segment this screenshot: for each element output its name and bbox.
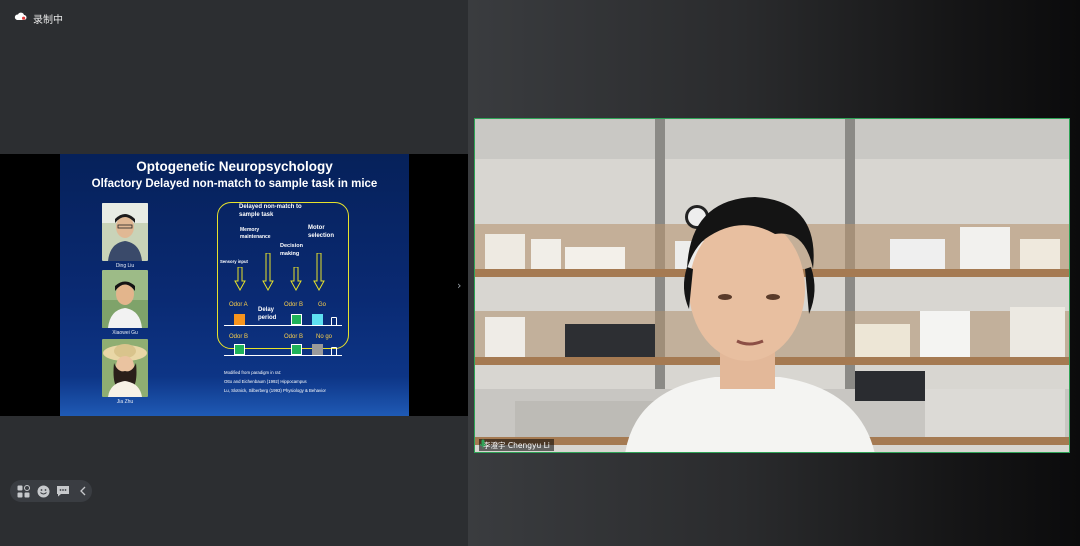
memory-label-line1: Memory — [240, 227, 260, 233]
task-diagram: Delayed non-match to sample task Memory … — [217, 202, 349, 356]
recording-indicator[interactable]: 录制中 — [14, 10, 63, 26]
person-photo — [102, 203, 148, 261]
participant-name: 李澄宇 Chengyu Li — [483, 440, 550, 450]
chevron-left-icon[interactable] — [76, 484, 90, 498]
microphone-icon — [479, 439, 487, 449]
row2-odor1-label: Odor B — [229, 334, 249, 340]
nogo-block — [312, 344, 323, 355]
trial-timeline-1 — [224, 325, 342, 326]
motor-arrow-icon — [313, 253, 325, 291]
sensory-arrow-icon — [234, 267, 246, 291]
delay-label-line2: period — [258, 315, 277, 321]
row2-odor2-label: Odor B — [284, 334, 304, 340]
trial-timeline-2 — [224, 355, 342, 356]
person-card: Jia Zhu — [102, 339, 148, 405]
odor-b-block — [234, 344, 245, 355]
collapse-panel-chevron-icon[interactable]: › — [457, 279, 461, 292]
video-gallery-pane: 李澄宇 Chengyu Li — [468, 0, 1080, 546]
slide-title: Optogenetic Neuropsychology — [136, 159, 333, 174]
row1-odor2-label: Odor B — [284, 302, 304, 308]
motor-label-line1: Motor — [308, 225, 325, 231]
memory-label-line2: maintenance — [240, 234, 271, 240]
recording-label: 录制中 — [33, 14, 63, 26]
emoji-icon[interactable] — [36, 484, 50, 498]
participant-video-feed — [475, 119, 1069, 452]
shared-screen-pane: 录制中 Optogenetic Neuropsychology Olfactor… — [0, 0, 468, 546]
meeting-toolbar — [10, 480, 92, 502]
person-card: Xiaowei Gu — [102, 270, 148, 336]
chat-icon[interactable] — [56, 484, 70, 498]
diagram-heading-line2: sample task — [239, 212, 274, 218]
diagram-heading-line1: Delayed non-match to — [239, 204, 302, 210]
person-name: Ding Liu — [115, 263, 135, 269]
grid-layout-icon[interactable] — [16, 484, 30, 498]
odor-b-block — [291, 314, 302, 325]
person-name: Xiaowei Gu — [112, 330, 138, 336]
decision-label-line1: Decision — [280, 243, 303, 249]
odor-b-block — [291, 344, 302, 355]
go-block — [312, 314, 323, 325]
decision-label-line2: making — [280, 251, 300, 257]
person-name: Jia Zhu — [116, 399, 134, 405]
row2-result-label: No go — [316, 334, 333, 340]
participant-name-tag: 李澄宇 Chengyu Li — [479, 439, 554, 451]
citation-line2: Otto and Eichenbaum (1992) Hippocampus — [224, 379, 307, 384]
sensory-input-label: Sensory input — [220, 259, 248, 264]
presentation-slide: Optogenetic Neuropsychology Olfactory De… — [60, 154, 409, 416]
shared-slide-frame: Optogenetic Neuropsychology Olfactory De… — [0, 154, 468, 416]
memory-arrow-icon — [262, 253, 274, 291]
person-photo — [102, 339, 148, 397]
citation-line1: Modified from paradigm in rat: — [224, 370, 282, 375]
odor-a-block — [234, 314, 245, 325]
delay-label-line1: Delay — [258, 307, 275, 313]
slide-subtitle: Olfactory Delayed non-match to sample ta… — [91, 178, 378, 190]
person-photo — [102, 270, 148, 328]
cloud-recording-icon — [14, 12, 27, 24]
row1-result-label: Go — [318, 302, 327, 308]
motor-label-line2: selection — [308, 233, 335, 239]
decision-arrow-icon — [290, 267, 302, 291]
participant-video-tile[interactable]: 李澄宇 Chengyu Li — [474, 118, 1070, 453]
row1-odor1-label: Odor A — [229, 302, 248, 308]
citation-line3: Lu, Slotnick, Silberberg (1993) Physiolo… — [224, 388, 326, 393]
person-card: Ding Liu — [102, 203, 148, 269]
